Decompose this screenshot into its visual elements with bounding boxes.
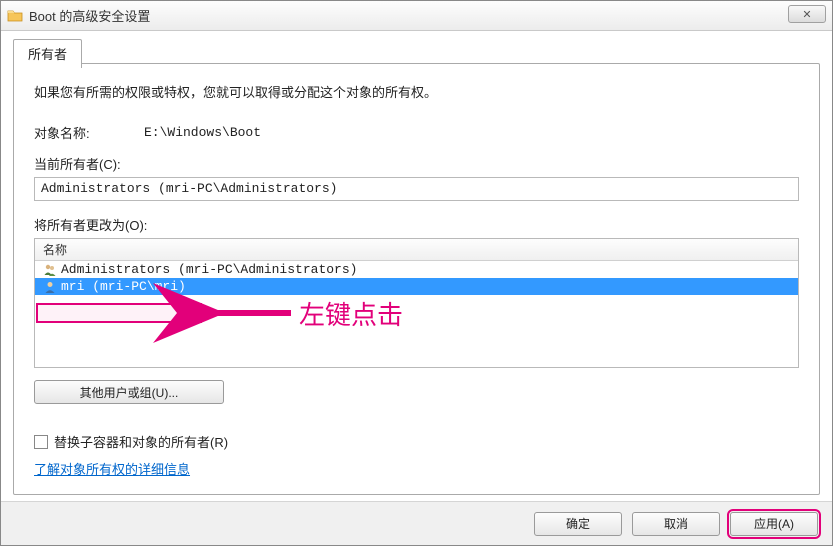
learn-more-link[interactable]: 了解对象所有权的详细信息 [34,462,190,477]
dialog-window: Boot 的高级安全设置 ✕ 所有者 如果您有所需的权限或特权，您就可以取得或分… [0,0,833,546]
list-item-label: Administrators (mri-PC\Administrators) [61,262,357,277]
description-text: 如果您有所需的权限或特权，您就可以取得或分配这个对象的所有权。 [34,82,799,101]
ok-button[interactable]: 确定 [534,512,622,536]
titlebar: Boot 的高级安全设置 ✕ [1,1,832,31]
object-name-value: E:\Windows\Boot [144,125,261,140]
list-item[interactable]: Administrators (mri-PC\Administrators) [35,261,798,278]
apply-button[interactable]: 应用(A) [730,512,818,536]
tabstrip: 所有者 [13,39,82,68]
other-users-button[interactable]: 其他用户或组(U)... [34,380,224,404]
list-column-header: 名称 [35,239,798,261]
cancel-button[interactable]: 取消 [632,512,720,536]
list-item-label: mri (mri-PC\mri) [61,279,186,294]
close-icon: ✕ [802,8,811,21]
tab-panel-owner: 如果您有所需的权限或特权，您就可以取得或分配这个对象的所有权。 对象名称: E:… [13,63,820,495]
replace-owner-label: 替换子容器和对象的所有者(R) [54,432,228,451]
owner-listbox[interactable]: 名称 Administrators (mri-PC\Administrators… [34,238,799,368]
change-owner-to-label: 将所有者更改为(O): [34,215,799,234]
replace-owner-row: 替换子容器和对象的所有者(R) [34,432,799,451]
object-name-label: 对象名称: [34,123,144,142]
current-owner-label: 当前所有者(C): [34,154,799,173]
replace-owner-checkbox[interactable] [34,435,48,449]
close-button[interactable]: ✕ [788,5,826,23]
object-name-row: 对象名称: E:\Windows\Boot [34,123,799,142]
current-owner-field: Administrators (mri-PC\Administrators) [34,177,799,201]
dialog-button-bar: 确定 取消 应用(A) [1,501,832,545]
client-area: 所有者 如果您有所需的权限或特权，您就可以取得或分配这个对象的所有权。 对象名称… [1,31,832,545]
window-title: Boot 的高级安全设置 [29,6,150,25]
folder-icon [7,8,23,24]
users-group-icon [43,263,57,277]
list-item[interactable]: mri (mri-PC\mri) [35,278,798,295]
user-icon [43,280,57,294]
tab-owner[interactable]: 所有者 [13,39,82,68]
